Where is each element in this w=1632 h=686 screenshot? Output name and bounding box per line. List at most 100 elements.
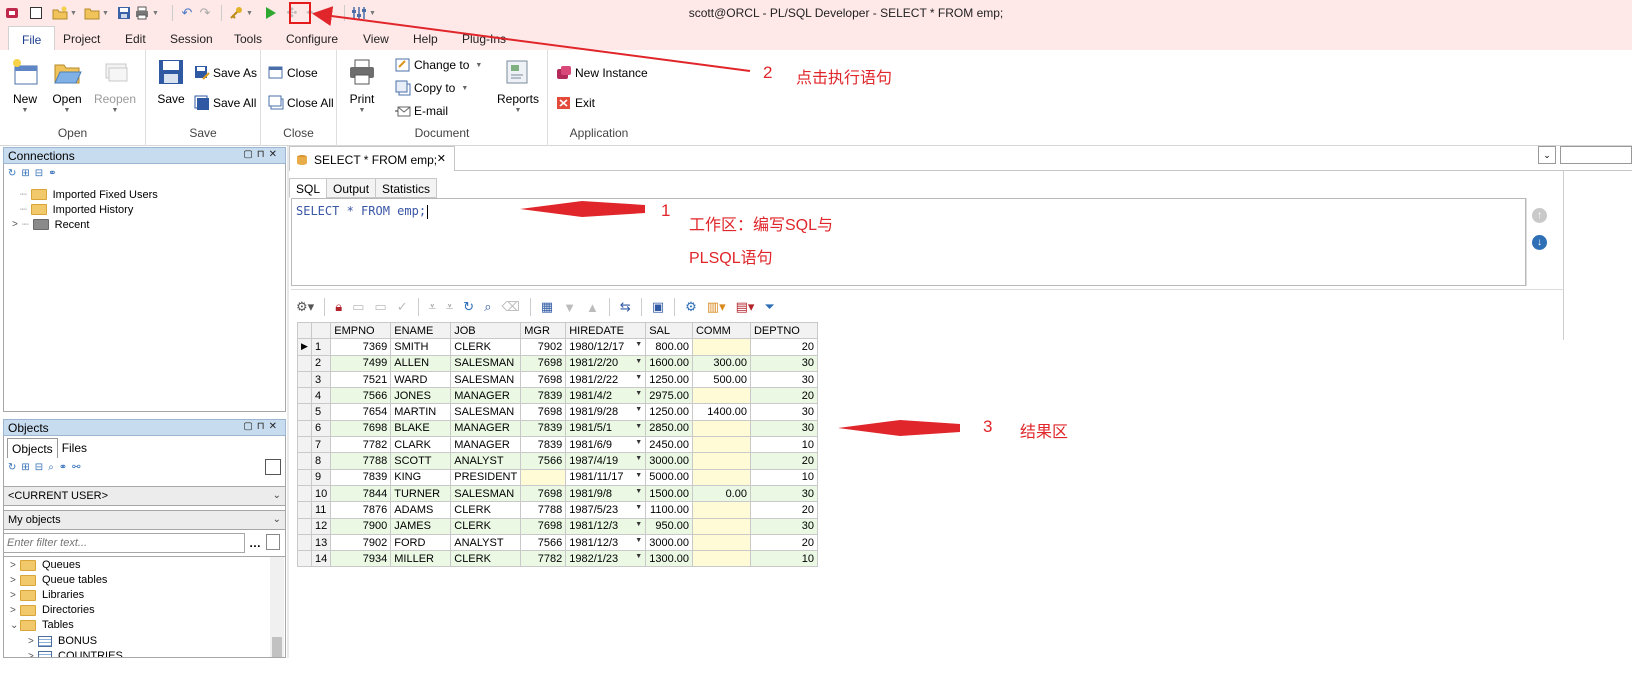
scrollbar-thumb[interactable] [272,637,282,657]
more-options-icon[interactable]: … [249,536,261,550]
save-button[interactable]: Save [148,56,194,106]
cell-empno[interactable]: 7934 [330,550,392,568]
tab-files[interactable]: Files [58,438,91,458]
link-icon[interactable]: ⇆ [620,299,631,315]
date-dropdown-icon[interactable]: ▼ [635,406,642,413]
tab-session[interactable]: Session [170,32,213,46]
cell-ename[interactable]: SCOTT [390,452,452,470]
table-row[interactable]: 9 7839 KING PRESIDENT 1981/11/17 ▼ 5000.00 10 [297,468,818,486]
cell-deptno[interactable]: 30 [749,403,818,421]
cell-sal[interactable]: 950.00 [645,517,693,535]
table-row[interactable]: 3 7521 WARD SALESMAN 7698 1981/2/22 ▼ 1250.00 50… [297,370,818,389]
cell-comm[interactable] [691,387,751,405]
new-instance-button[interactable]: New Instance [556,65,648,81]
chevron-right-icon[interactable]: > [10,575,20,586]
cell-empno[interactable]: 7499 [330,354,392,372]
tab-output[interactable]: Output [326,178,376,198]
cell-mgr[interactable]: 7698 [520,403,567,421]
cell-comm[interactable] [691,452,751,470]
cell-sal[interactable]: 1600.00 [645,354,693,372]
sql-editor[interactable]: SELECT * FROM emp; [291,198,1526,286]
user-select[interactable]: <CURRENT USER> ⌄ [3,486,286,506]
objects-filter-select[interactable]: My objects ⌄ [3,510,286,530]
date-dropdown-icon[interactable]: ▼ [635,439,642,446]
cell-empno[interactable]: 7839 [330,468,392,486]
tab-tools[interactable]: Tools [234,32,262,46]
date-dropdown-icon[interactable]: ▼ [635,472,642,479]
tree-item-directories[interactable]: > Directories [10,604,95,616]
cell-ename[interactable]: FORD [390,533,452,552]
cell-ename[interactable]: MARTIN [390,403,452,421]
cell-hiredate[interactable]: 1981/2/20 ▼ [565,354,647,372]
find-icon[interactable]: ⌕ [48,462,54,473]
cell-comm[interactable] [691,338,751,356]
cell-sal[interactable]: 2850.00 [645,419,693,438]
cell-job[interactable]: ANALYST [450,533,522,552]
cell-ename[interactable]: MILLER [390,550,452,568]
cell-deptno[interactable]: 20 [749,452,818,470]
row-indicator[interactable] [297,354,312,372]
tree-item-imported-history[interactable]: ┈ Imported History [20,203,133,217]
cell-sal[interactable]: 1100.00 [645,501,693,519]
cell-hiredate[interactable]: 1981/5/1 ▼ [565,419,647,438]
column-header-ename[interactable]: ENAME [390,321,452,340]
tree-item-queue-tables[interactable]: > Queue tables [10,574,107,586]
column-header-deptno[interactable]: DEPTNO [749,321,818,340]
cell-comm[interactable]: 0.00 [691,484,751,503]
cell-hiredate[interactable]: 1981/12/3 ▼ [565,533,647,552]
table-row[interactable]: 6 7698 BLAKE MANAGER 7839 1981/5/1 ▼ 2850.00 30 [297,419,818,438]
cell-mgr[interactable]: 7902 [520,338,567,356]
tab-plug-ins[interactable]: Plug-Ins [462,32,506,46]
tab-help[interactable]: Help [413,32,438,46]
row-indicator[interactable] [297,484,312,503]
cell-empno[interactable]: 7521 [330,370,392,389]
column-header-mgr[interactable]: MGR [520,321,567,340]
chevron-right-icon[interactable]: > [28,636,38,647]
cell-deptno[interactable]: 30 [749,370,818,389]
objects-tree-scrollbar[interactable] [270,557,284,657]
link-icon[interactable]: ⚯ [72,462,80,473]
cell-ename[interactable]: WARD [390,370,452,389]
tree-item-imported-fixed-users[interactable]: ┈ Imported Fixed Users [20,188,158,202]
tab-statistics[interactable]: Statistics [375,178,438,198]
cell-hiredate[interactable]: 1981/11/17 ▼ [565,468,647,486]
cell-ename[interactable]: SMITH [390,338,452,356]
change-to-button[interactable]: Change to ▼ [395,57,482,73]
filter-icon[interactable]: ⚭ [59,462,67,473]
expand-all-icon[interactable]: ⊞ [21,462,29,473]
row-indicator[interactable] [297,403,312,421]
filter-icon[interactable]: ⏷ [764,299,774,315]
close-tab-icon[interactable]: ✕ [437,152,446,165]
cell-mgr[interactable]: 7698 [520,517,567,535]
table-row[interactable]: 14 7934 MILLER CLERK 7782 1982/1/23 ▼ 1300.00 10 [297,550,818,568]
save-as-button[interactable]: Save As [194,65,257,81]
cell-empno[interactable]: 7902 [330,533,392,552]
email-button[interactable]: E-mail [395,103,448,119]
column-header-hiredate[interactable]: HIREDATE [565,321,647,340]
tree-item-tables[interactable]: ⌄ Tables [10,619,74,631]
cell-comm[interactable]: 500.00 [691,370,751,389]
chevron-right-icon[interactable]: > [10,605,20,616]
row-indicator[interactable] [297,452,312,470]
delete-record-icon[interactable]: ▭ [374,299,386,315]
collapse-all-icon[interactable]: ⊟ [35,168,43,179]
tree-item-recent[interactable]: > ┈ Recent [12,218,89,232]
cell-ename[interactable]: KING [390,468,452,486]
tree-item-countries[interactable]: > COUNTRIES [28,650,123,657]
table-row[interactable]: 8 7788 SCOTT ANALYST 7566 1987/4/19 ▼ 3000.00 20 [297,452,818,470]
previous-icon[interactable]: ↑ [1532,208,1547,223]
date-dropdown-icon[interactable]: ▼ [635,341,642,348]
cell-empno[interactable]: 7566 [330,387,392,405]
cell-job[interactable]: CLERK [450,550,522,568]
cell-ename[interactable]: CLARK [390,436,452,454]
tab-configure[interactable]: Configure [286,32,338,46]
date-dropdown-icon[interactable]: ▼ [635,488,642,495]
cell-job[interactable]: SALESMAN [450,484,522,503]
cell-deptno[interactable]: 20 [749,533,818,552]
cell-hiredate[interactable]: 1981/4/2 ▼ [565,387,647,405]
cell-ename[interactable]: BLAKE [390,419,452,438]
cell-deptno[interactable]: 30 [749,419,818,438]
fetch-last-icon[interactable]: ⩡ [446,299,453,315]
table-row[interactable]: 11 7876 ADAMS CLERK 7788 1987/5/23 ▼ 1100.00 20 [297,501,818,519]
pane-controls-icon[interactable]: ▢⊓✕ [243,149,281,160]
